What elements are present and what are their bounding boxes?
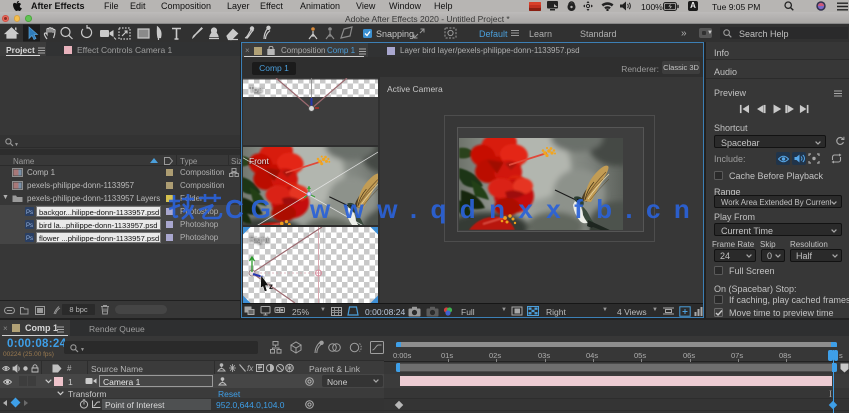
svg-text:Ps: Ps (26, 223, 33, 229)
svg-text:Ps: Ps (26, 210, 33, 216)
svg-text:fx: fx (247, 364, 254, 373)
svg-text:z: z (269, 282, 273, 291)
svg-text:Ps: Ps (26, 236, 33, 242)
